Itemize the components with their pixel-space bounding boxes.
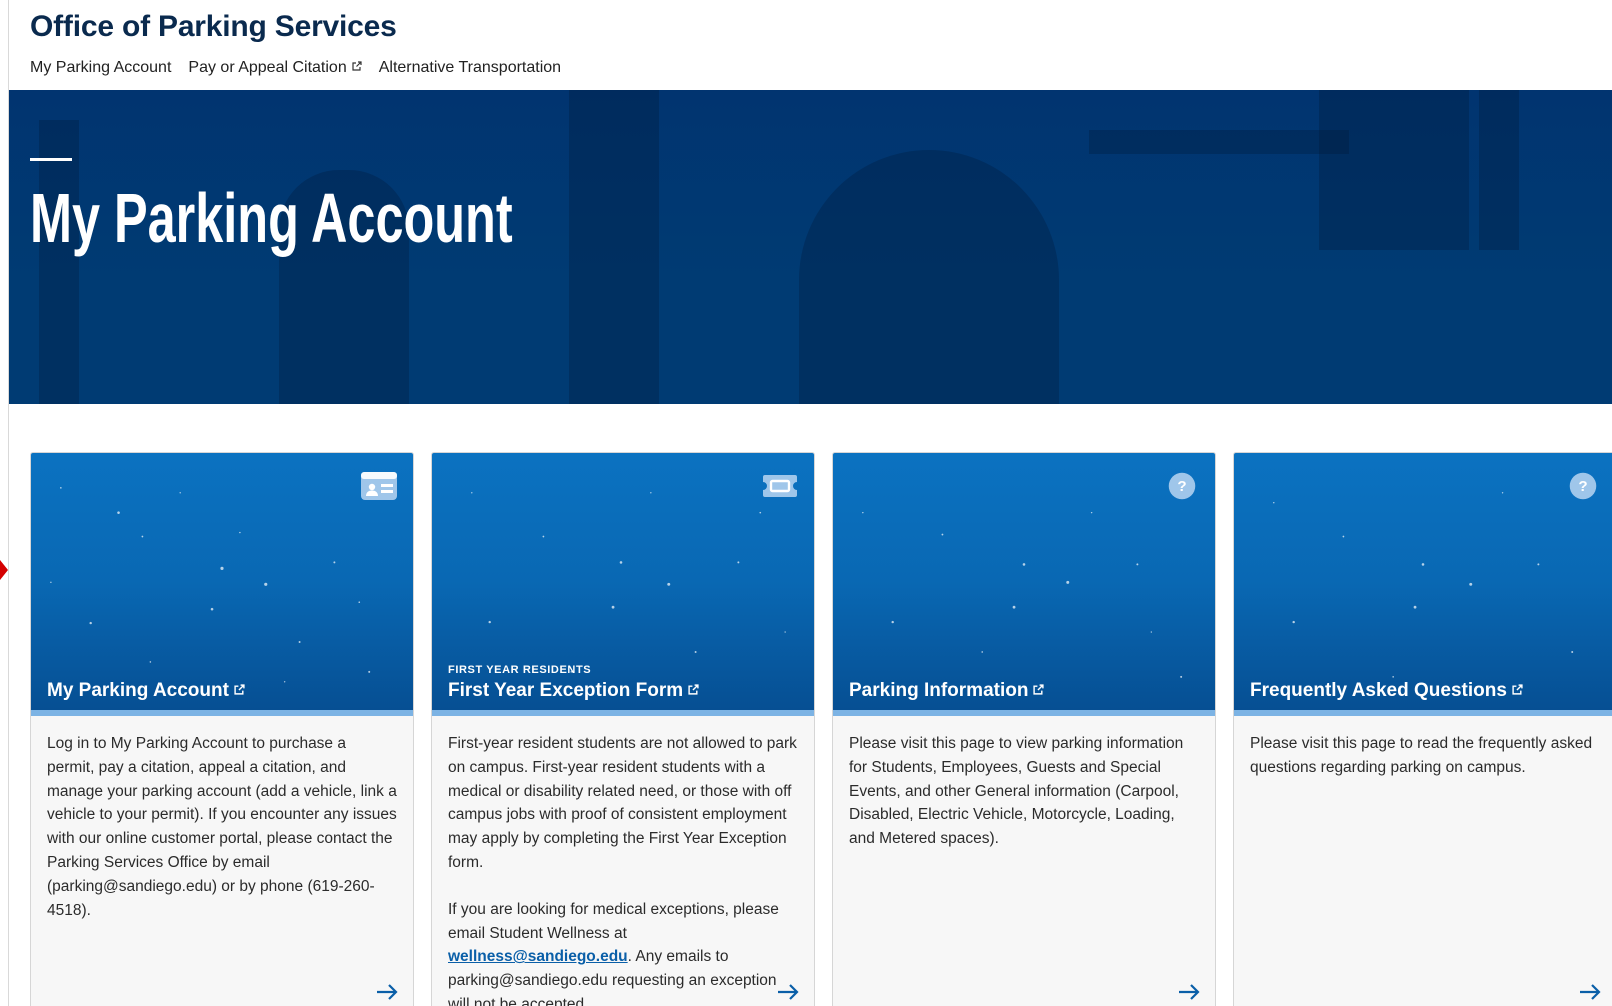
main-nav: My Parking Account Pay or Appeal Citatio… [30, 59, 561, 77]
external-link-icon [1512, 684, 1523, 695]
card-parking-information: ? Parking Information Please visit this … [832, 452, 1216, 1006]
card-title-link[interactable]: Frequently Asked Questions [1250, 680, 1523, 702]
card-description: Please visit this page to read the frequ… [1250, 735, 1593, 776]
card-eyebrow: FIRST YEAR RESIDENTS [448, 664, 592, 676]
card-body: Please visit this page to view parking i… [833, 716, 1215, 851]
hero-rule [30, 158, 72, 161]
card-banner: My Parking Account [31, 453, 413, 716]
card-body: Please visit this page to read the frequ… [1234, 716, 1612, 780]
card-title-text: Frequently Asked Questions [1250, 680, 1507, 701]
card-my-parking-account: My Parking Account Log in to My Parking … [30, 452, 414, 1006]
site-header: Office of Parking Services [30, 10, 397, 44]
card-title-link[interactable]: My Parking Account [47, 680, 245, 702]
card-description-secondary: If you are looking for medical exception… [448, 898, 798, 1006]
hero-bg-shape [1089, 130, 1349, 154]
starfield-decoration [50, 487, 371, 683]
external-link-icon [352, 61, 362, 71]
arrow-right-icon[interactable] [1177, 982, 1201, 1002]
card-body: Log in to My Parking Account to purchase… [31, 716, 413, 922]
hero-bg-shape [799, 150, 1059, 404]
nav-item-my-parking-account[interactable]: My Parking Account [30, 59, 171, 77]
card-description: First-year resident students are not all… [448, 735, 797, 871]
card-title-text: My Parking Account [47, 680, 229, 701]
arrow-right-icon[interactable] [776, 982, 800, 1002]
question-circle-icon: ? [1569, 472, 1597, 500]
focus-marker [0, 560, 8, 580]
card-title-text: First Year Exception Form [448, 680, 684, 701]
starfield-decoration [862, 511, 1183, 678]
site-title[interactable]: Office of Parking Services [30, 10, 397, 44]
external-link-icon [688, 684, 699, 695]
card-description: Log in to My Parking Account to purchase… [47, 735, 397, 919]
svg-text:?: ? [1578, 478, 1587, 495]
arrow-right-icon[interactable] [1578, 982, 1602, 1002]
hero-banner: My Parking Account [9, 90, 1612, 404]
card-grid: My Parking Account Log in to My Parking … [30, 452, 1612, 1006]
arrow-right-icon[interactable] [375, 982, 399, 1002]
hero-bg-shape [1319, 90, 1469, 250]
hero-bg-shape [39, 120, 79, 404]
card-title-link[interactable]: Parking Information [849, 680, 1045, 702]
starfield-decoration [1273, 492, 1574, 678]
wellness-email-link[interactable]: wellness@sandiego.edu [448, 948, 628, 965]
hero-bg-shape [1479, 90, 1519, 250]
nav-label: Alternative Transportation [378, 59, 562, 76]
nav-item-alternative-transportation[interactable]: Alternative Transportation [379, 59, 561, 77]
nav-label: Pay or Appeal Citation [188, 59, 347, 76]
card-body: First-year resident students are not all… [432, 716, 814, 1006]
nav-item-pay-or-appeal-citation[interactable]: Pay or Appeal Citation [188, 59, 362, 77]
card-banner: ? Frequently Asked Questions [1234, 453, 1612, 716]
card-description: Please visit this page to view parking i… [849, 735, 1184, 848]
card-banner: ? Parking Information [833, 453, 1215, 716]
card-title-text: Parking Information [849, 680, 1029, 701]
body-text: If you are looking for medical exception… [448, 900, 779, 942]
card-first-year-exception: FIRST YEAR RESIDENTS First Year Exceptio… [431, 452, 815, 1006]
ticket-icon [763, 475, 797, 497]
card-banner: FIRST YEAR RESIDENTS First Year Exceptio… [432, 453, 814, 716]
page-title: My Parking Account [30, 179, 513, 257]
nav-label: My Parking Account [30, 59, 172, 76]
question-circle-icon: ? [1168, 472, 1196, 500]
id-card-icon [361, 472, 397, 500]
card-title-link[interactable]: First Year Exception Form [448, 680, 699, 702]
hero-bg-shape [569, 90, 659, 404]
svg-text:?: ? [1177, 478, 1186, 495]
external-link-icon [234, 684, 245, 695]
external-link-icon [1033, 684, 1045, 695]
card-faq: ? Frequently Asked Questions Please visi… [1233, 452, 1612, 1006]
